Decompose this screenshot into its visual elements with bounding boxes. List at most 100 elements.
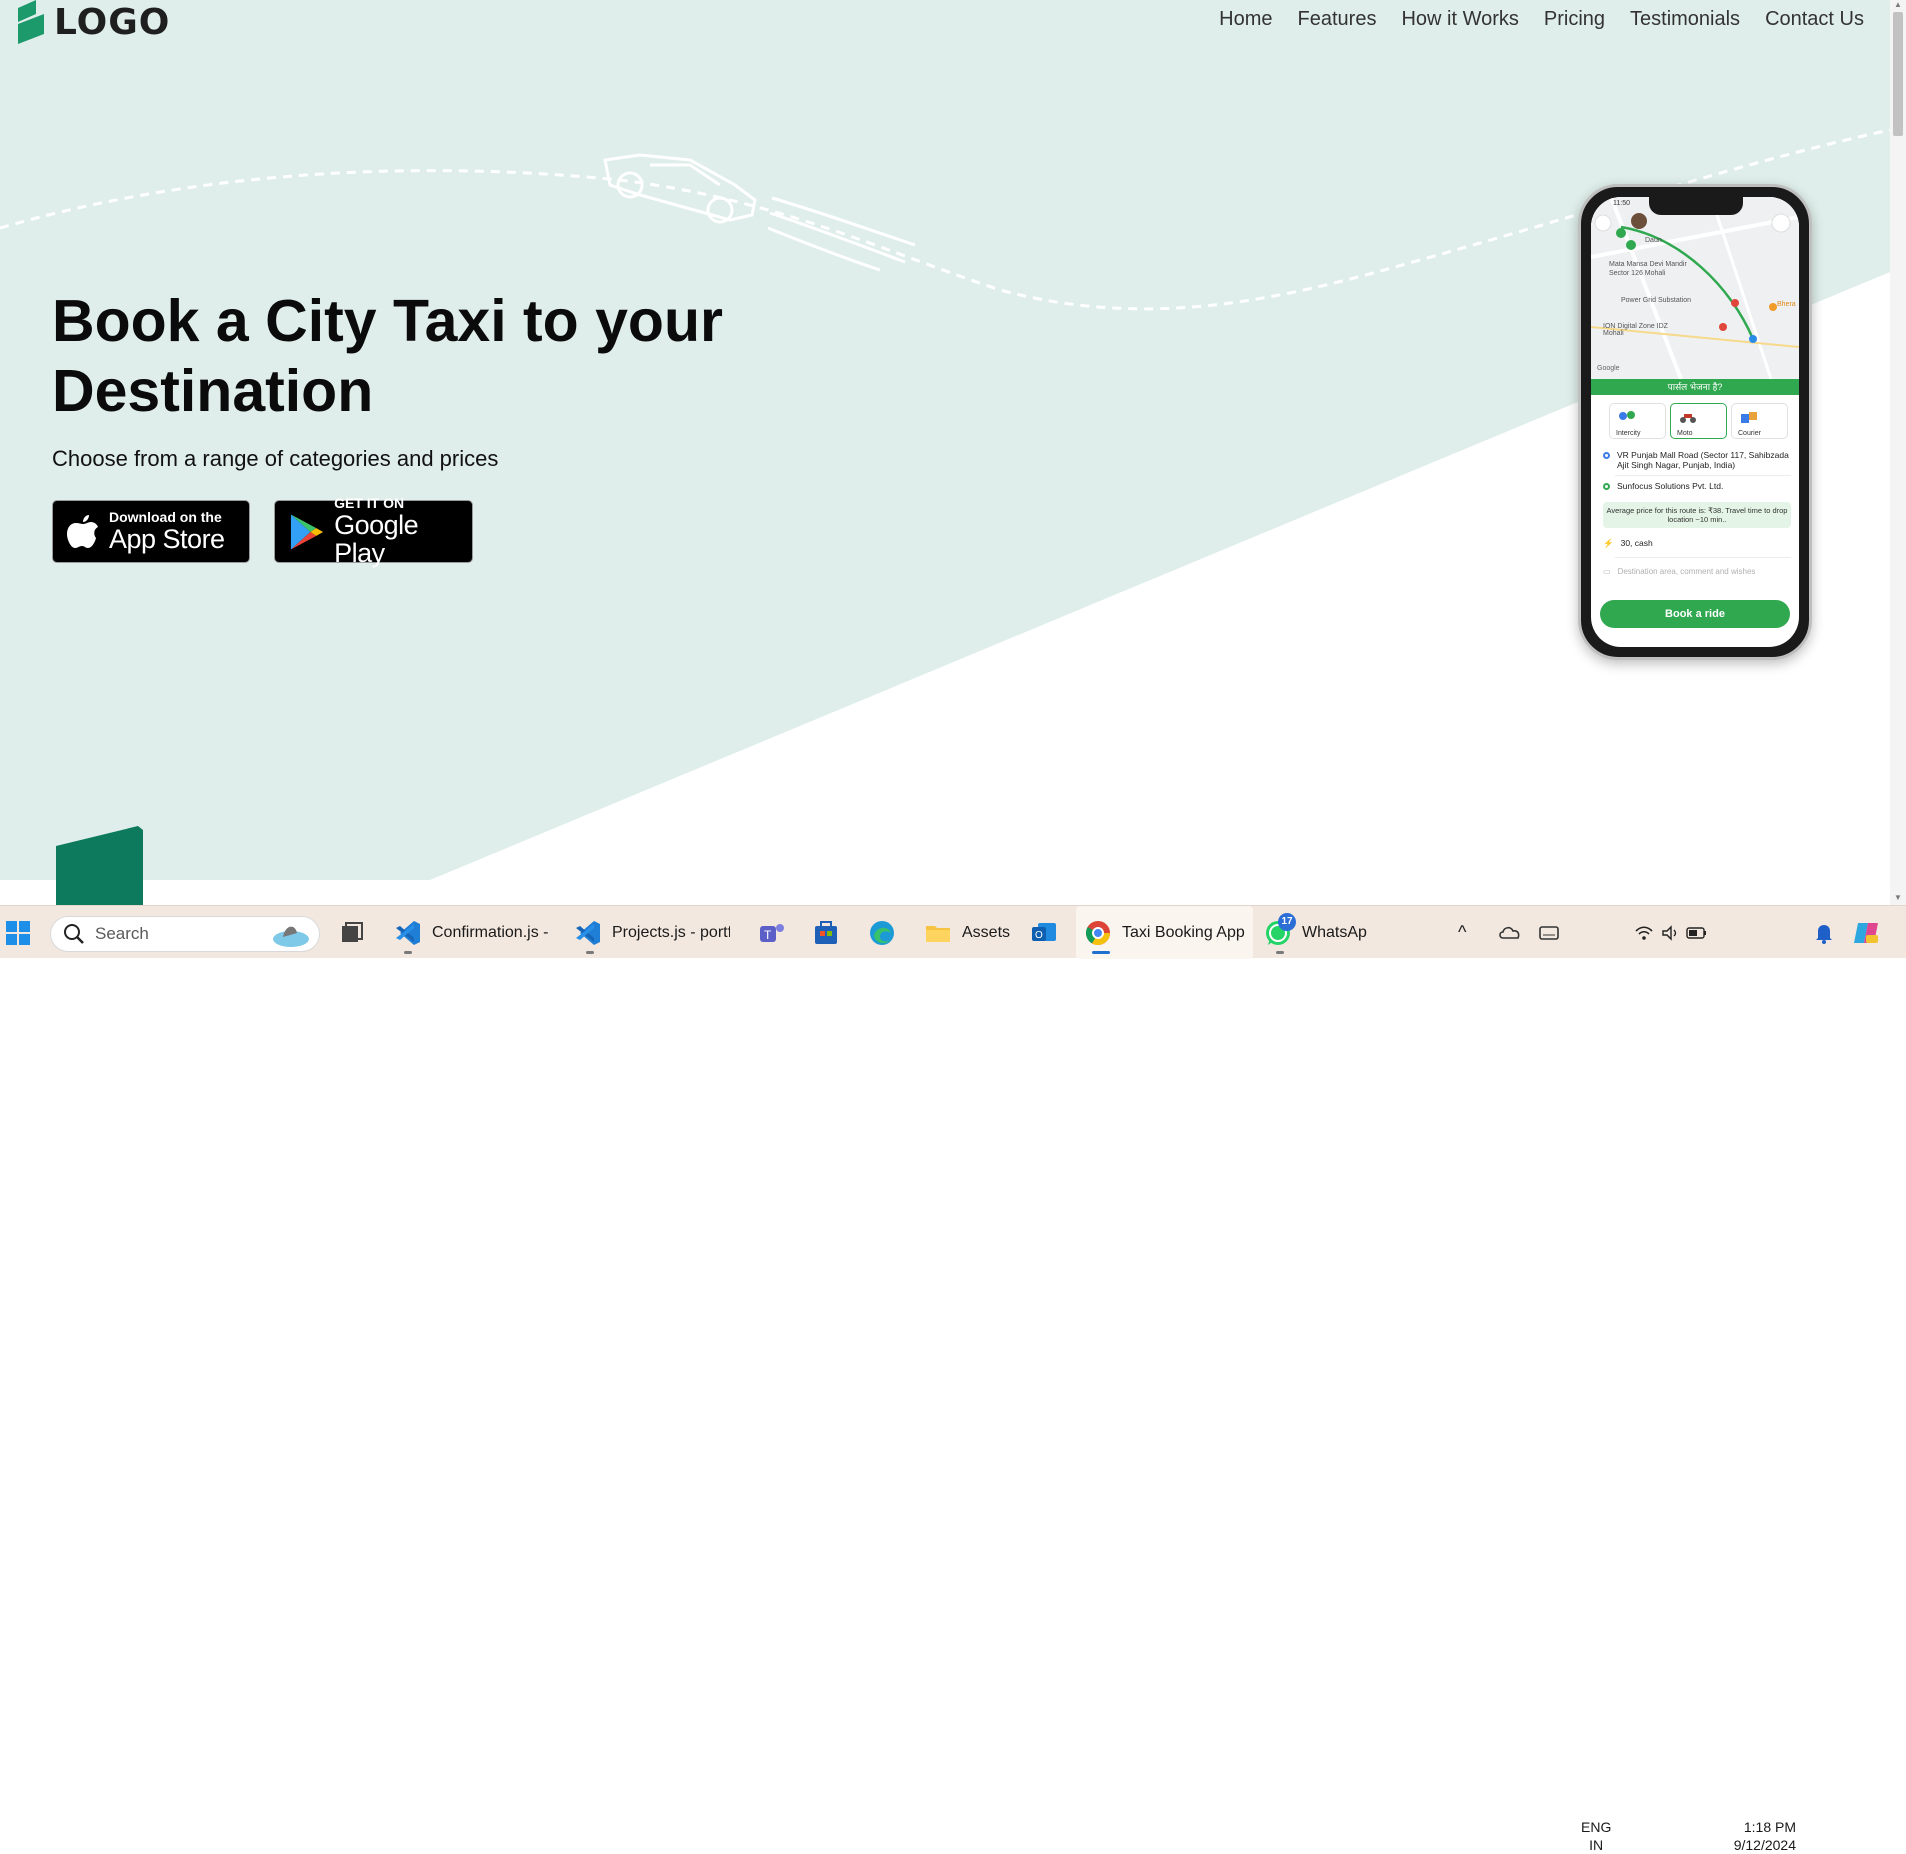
scroll-up-arrow-icon[interactable]: ▲: [1893, 0, 1903, 10]
map-view[interactable]: Daun Mata Mansa Devi Mandir Sector 126 M…: [1591, 197, 1799, 380]
network-volume-battery[interactable]: [1634, 906, 1708, 959]
notifications-button[interactable]: [1814, 906, 1834, 959]
logo-mark-icon: [18, 0, 44, 44]
app-store-button[interactable]: Download on the App Store: [52, 500, 250, 563]
courier-icon: [1741, 412, 1757, 423]
taskbar-app-assets[interactable]: Assets: [924, 906, 1010, 959]
taskbar-app-outlook[interactable]: O: [1030, 906, 1058, 959]
pickup-row[interactable]: VR Punjab Mall Road (Sector 117, Sahibza…: [1603, 450, 1791, 470]
category-intercity[interactable]: Intercity: [1609, 403, 1666, 439]
divider: [1615, 557, 1791, 558]
moto-icon: [1680, 414, 1696, 423]
hero-title: Book a City Taxi to your Destination: [52, 286, 812, 426]
show-hidden-icons-button[interactable]: ^: [1458, 906, 1466, 959]
comment-field[interactable]: ▭ Destination area, comment and wishes: [1603, 567, 1755, 576]
vertical-scrollbar[interactable]: ▲ ▼: [1890, 0, 1906, 905]
taskbar-search[interactable]: Search: [50, 916, 320, 952]
clock[interactable]: 1:18 PM 9/12/2024: [1726, 1818, 1796, 1854]
google-play-icon: [290, 513, 324, 550]
outlook-icon: O: [1032, 922, 1056, 941]
apple-icon: [67, 514, 98, 548]
nav-testimonials[interactable]: Testimonials: [1630, 8, 1740, 31]
phone-mockup: 11:50 Daun Mata Mansa Devi Mandir Sector…: [1578, 184, 1812, 660]
tablet-icon: [1539, 925, 1559, 940]
nav-features[interactable]: Features: [1298, 8, 1377, 31]
map-label: Mata Mansa Devi Mandir: [1609, 261, 1687, 268]
taskbar-app-store[interactable]: [812, 906, 840, 959]
nav-pricing[interactable]: Pricing: [1544, 8, 1605, 31]
windows-start-icon: [6, 920, 30, 945]
comment-icon: ▭: [1603, 567, 1611, 576]
hero-title-line2: Destination: [52, 358, 374, 424]
nav-home[interactable]: Home: [1219, 8, 1272, 31]
wifi-icon: [1635, 925, 1653, 940]
phone-notch: [1649, 197, 1743, 215]
app-store-big-text: App Store: [109, 524, 225, 554]
map-label: Bhera: [1777, 301, 1796, 308]
vscode-icon: [576, 920, 600, 945]
search-placeholder: Search: [95, 924, 149, 943]
search-highlight-icon: [273, 926, 309, 947]
input-tray[interactable]: [1538, 906, 1560, 959]
taskbar-app-label: Projects.js - portf: [612, 923, 730, 941]
app-store-small-text: Download on the: [109, 509, 222, 525]
ride-categories: Intercity Moto Courier: [1609, 403, 1788, 439]
language-text: ENG: [1581, 1819, 1612, 1835]
chrome-icon: [1085, 920, 1110, 945]
running-indicator: [1276, 951, 1284, 954]
edge-icon: [870, 920, 894, 945]
price-note: Average price for this route is: ₹38. Tr…: [1603, 502, 1791, 528]
payment-text: 30, cash: [1620, 538, 1653, 548]
scroll-down-arrow-icon[interactable]: ▼: [1893, 893, 1903, 903]
nav-how-it-works[interactable]: How it Works: [1401, 8, 1518, 31]
whatsapp-unread-badge: 17: [1278, 913, 1296, 931]
copilot-button[interactable]: [1852, 906, 1880, 959]
svg-text:T: T: [764, 928, 772, 942]
pickup-dot-icon: [1603, 452, 1610, 459]
payment-row[interactable]: ⚡ 30, cash: [1603, 538, 1653, 549]
bell-icon: [1816, 924, 1832, 944]
task-view-button[interactable]: [338, 906, 366, 959]
taskbar-app-label: Taxi Booking App: [1122, 923, 1245, 941]
map-graphic: [1591, 197, 1799, 380]
parcel-banner[interactable]: पार्सल भेजना है?: [1591, 379, 1799, 395]
taskbar-app-teams[interactable]: T: [758, 906, 786, 959]
volume-icon: [1662, 924, 1677, 941]
dropoff-row[interactable]: Sunfocus Solutions Pvt. Ltd.: [1603, 481, 1791, 491]
category-label: Intercity: [1616, 430, 1641, 437]
running-indicator: [404, 951, 412, 954]
taskbar-app-confirmation[interactable]: Confirmation.js -: [394, 906, 548, 959]
google-play-button[interactable]: GET IT ON Google Play: [274, 496, 473, 567]
google-play-small-text: GET IT ON: [334, 495, 405, 511]
windows-taskbar: Search Confirmation.js - Projects.js - p…: [0, 905, 1906, 1853]
phone-screen: 11:50 Daun Mata Mansa Devi Mandir Sector…: [1591, 197, 1799, 647]
onedrive-tray[interactable]: [1498, 906, 1522, 959]
category-label: Moto: [1677, 430, 1693, 437]
decorative-green-block: [56, 826, 143, 905]
cloud-sync-icon: [1499, 926, 1520, 939]
lightning-icon: ⚡: [1603, 538, 1614, 548]
copilot-icon: [1854, 922, 1878, 943]
category-moto[interactable]: Moto: [1670, 403, 1727, 439]
language-indicator[interactable]: ENG IN: [1581, 1818, 1611, 1854]
running-indicator: [586, 951, 594, 954]
dropoff-address: Sunfocus Solutions Pvt. Ltd.: [1617, 481, 1724, 491]
vscode-icon: [396, 920, 420, 945]
scroll-thumb[interactable]: [1893, 12, 1903, 136]
taskbar-app-label: Assets: [962, 923, 1011, 941]
book-ride-button[interactable]: Book a ride: [1600, 600, 1790, 628]
nav-contact-us[interactable]: Contact Us: [1765, 8, 1864, 31]
google-play-big-text: Google Play: [334, 510, 419, 568]
divider: [1615, 475, 1791, 476]
taskbar-app-projects[interactable]: Projects.js - portf: [574, 906, 730, 959]
taskbar-app-label: WhatsAp: [1302, 923, 1367, 941]
comment-placeholder: Destination area, comment and wishes: [1617, 567, 1756, 576]
logo-text: LOGO: [54, 1, 171, 43]
pickup-address: VR Punjab Mall Road (Sector 117, Sahibza…: [1617, 450, 1789, 470]
status-time: 11:50: [1613, 200, 1630, 207]
start-button[interactable]: [4, 906, 32, 959]
logo[interactable]: LOGO: [14, 0, 170, 44]
browser-viewport: LOGO Home Features How it Works Pricing …: [0, 0, 1890, 905]
category-courier[interactable]: Courier: [1731, 403, 1788, 439]
taskbar-app-edge[interactable]: [868, 906, 896, 959]
